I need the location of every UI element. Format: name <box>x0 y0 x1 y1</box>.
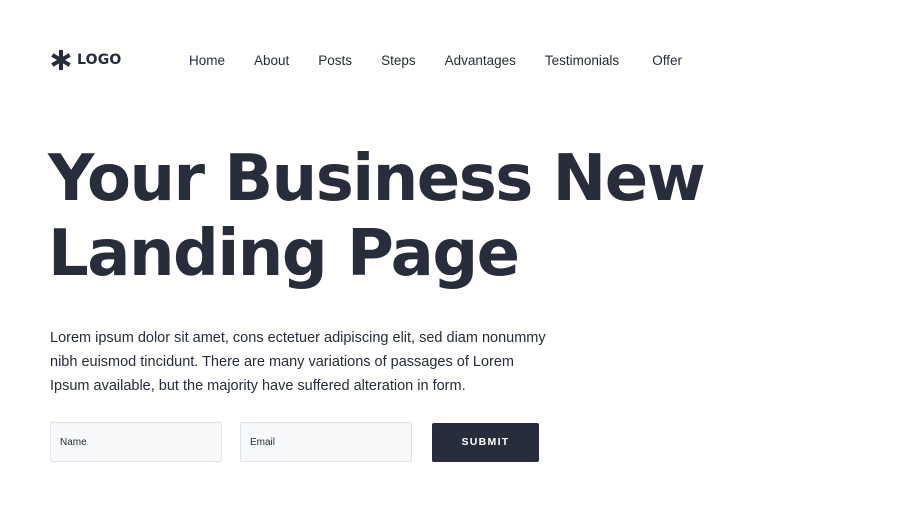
logo[interactable]: LOGO <box>50 49 189 71</box>
site-header: LOGO Home About Posts Steps Advantages T… <box>50 46 682 74</box>
email-input[interactable] <box>240 422 412 462</box>
hero-title: Your Business New Landing Page <box>48 142 808 292</box>
nav-link-advantages[interactable]: Advantages <box>445 53 516 68</box>
hero-title-line-2: Landing Page <box>48 217 520 291</box>
nav-link-offer[interactable]: Offer <box>652 53 682 68</box>
logo-text: LOGO <box>77 52 122 68</box>
name-input[interactable] <box>50 422 222 462</box>
nav-link-steps[interactable]: Steps <box>381 53 416 68</box>
main-nav: Home About Posts Steps Advantages Testim… <box>189 53 682 68</box>
hero-title-line-1: Your Business New <box>48 142 706 216</box>
nav-link-posts[interactable]: Posts <box>318 53 352 68</box>
nav-link-home[interactable]: Home <box>189 53 225 68</box>
hero-description: Lorem ipsum dolor sit amet, cons ectetue… <box>50 330 546 394</box>
asterisk-icon <box>50 49 72 71</box>
submit-button[interactable]: SUBMIT <box>432 422 539 462</box>
nav-link-testimonials[interactable]: Testimonials <box>545 53 619 68</box>
nav-link-about[interactable]: About <box>254 53 289 68</box>
signup-form: SUBMIT <box>50 422 539 462</box>
